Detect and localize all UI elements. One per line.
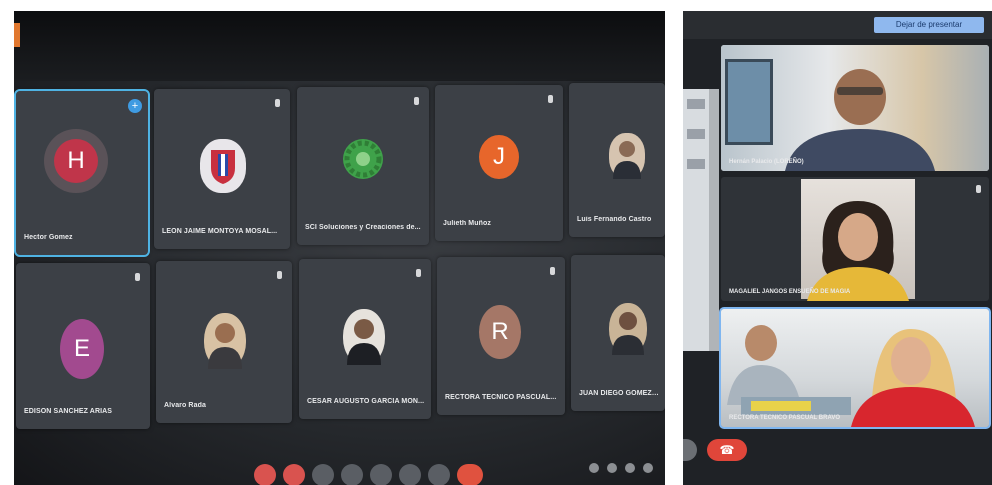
captions-button[interactable]: [312, 464, 334, 485]
mic-off-icon: [550, 267, 555, 275]
activities-icon[interactable]: [643, 463, 653, 473]
collapse-button[interactable]: [683, 439, 697, 461]
chat-icon[interactable]: [625, 463, 635, 473]
participant-name: LEON JAIME MONTOYA MOSAL...: [162, 228, 278, 235]
participant-name: CESAR AUGUSTO GARCIA MON...: [307, 398, 425, 405]
club-crest-icon: [211, 150, 235, 184]
avatar-photo: [609, 303, 647, 355]
participant-name: Hernán Palacio (LOREÑO): [729, 159, 804, 165]
phone-hangup-icon[interactable]: ☎: [707, 439, 747, 461]
video-feed[interactable]: MAGALIEL JANGOS ENSUEÑO DE MAGIA: [721, 177, 989, 301]
present-button[interactable]: [370, 464, 392, 485]
participant-tile[interactable]: E EDISON SANCHEZ ARIAS: [16, 263, 150, 429]
raise-hand-button[interactable]: [399, 464, 421, 485]
avatar-photo: [204, 313, 246, 369]
mic-off-icon: [976, 185, 981, 193]
participant-name: MAGALIEL JANGOS ENSUEÑO DE MAGIA: [729, 289, 851, 295]
person-photo-icon: [613, 141, 641, 179]
avatar: E: [60, 319, 104, 379]
end-call-button[interactable]: [457, 464, 483, 485]
participant-tile[interactable]: R RECTORA TECNICO PASCUAL...: [437, 257, 565, 415]
participant-name: Julieth Muñoz: [443, 220, 491, 227]
top-bar: Dejar de presentar: [683, 11, 992, 39]
participant-tile[interactable]: Luis Fernando Castro: [569, 83, 665, 237]
participant-name: Hector Gomez: [24, 234, 73, 241]
participant-video-woman: [807, 201, 909, 301]
participant-video-group: [727, 325, 975, 427]
stop-presenting-button[interactable]: Dejar de presentar: [874, 17, 984, 33]
scrollbar[interactable]: [709, 89, 719, 351]
more-options-button[interactable]: [428, 464, 450, 485]
mic-toggle-button[interactable]: [254, 464, 276, 485]
mic-off-icon: [275, 99, 280, 107]
avatar: H: [54, 139, 98, 183]
meeting-toolbar: [254, 458, 483, 485]
avatar-photo: [343, 309, 385, 365]
avatar: [343, 139, 383, 179]
participant-tile[interactable]: LEON JAIME MONTOYA MOSAL...: [154, 89, 290, 249]
video-feed[interactable]: Hernán Palacio (LOREÑO): [721, 45, 989, 171]
right-meeting-photo: Dejar de presentar Hernán Palacio (LOREÑ…: [683, 11, 992, 485]
participant-tile[interactable]: J Julieth Muñoz: [435, 85, 563, 241]
participant-name: EDISON SANCHEZ ARIAS: [24, 408, 113, 415]
participant-tile[interactable]: + H Hector Gomez: [14, 89, 150, 257]
mic-off-icon: [135, 273, 140, 281]
person-photo-icon: [208, 323, 242, 369]
mic-off-icon: [548, 95, 553, 103]
orange-corner-tab: [14, 23, 20, 47]
emoji-button[interactable]: [341, 464, 363, 485]
participant-video-man: [785, 69, 935, 171]
participant-name: RECTORA TECNICO PASCUAL...: [445, 394, 557, 401]
person-photo-icon: [612, 312, 644, 355]
person-photo-icon: [347, 319, 381, 365]
gear-logo-icon: [344, 140, 382, 178]
participant-name: Luis Fernando Castro: [577, 216, 652, 223]
camera-toggle-button[interactable]: [283, 464, 305, 485]
participant-tile[interactable]: CESAR AUGUSTO GARCIA MON...: [299, 259, 431, 419]
window-frame: [725, 59, 773, 145]
avatar: [200, 139, 246, 193]
pin-icon[interactable]: +: [128, 99, 142, 113]
people-icon[interactable]: [607, 463, 617, 473]
mic-off-icon: [277, 271, 282, 279]
left-meeting-photo: + H Hector Gomez LEON JAIME MONTOYA MOSA…: [14, 11, 665, 485]
side-controls: [589, 463, 653, 473]
video-feed-active[interactable]: RECTORA TECNICO PASCUAL BRAVO: [719, 307, 991, 429]
participant-name: JUAN DIEGO GOMEZ BEDOYA: [579, 390, 659, 397]
presentation-sidebar: [683, 89, 709, 351]
avatar-photo: [609, 133, 645, 179]
participant-tile[interactable]: SCI Soluciones y Creaciones de...: [297, 87, 429, 245]
avatar: R: [479, 305, 521, 359]
participant-tile[interactable]: Alvaro Rada: [156, 261, 292, 423]
participant-name: RECTORA TECNICO PASCUAL BRAVO: [729, 415, 841, 421]
participant-tile[interactable]: JUAN DIEGO GOMEZ BEDOYA: [571, 255, 665, 411]
participant-name: SCI Soluciones y Creaciones de...: [305, 224, 421, 231]
mic-off-icon: [414, 97, 419, 105]
participant-name: Alvaro Rada: [164, 402, 206, 409]
info-icon[interactable]: [589, 463, 599, 473]
mic-off-icon: [416, 269, 421, 277]
avatar: J: [479, 135, 519, 179]
